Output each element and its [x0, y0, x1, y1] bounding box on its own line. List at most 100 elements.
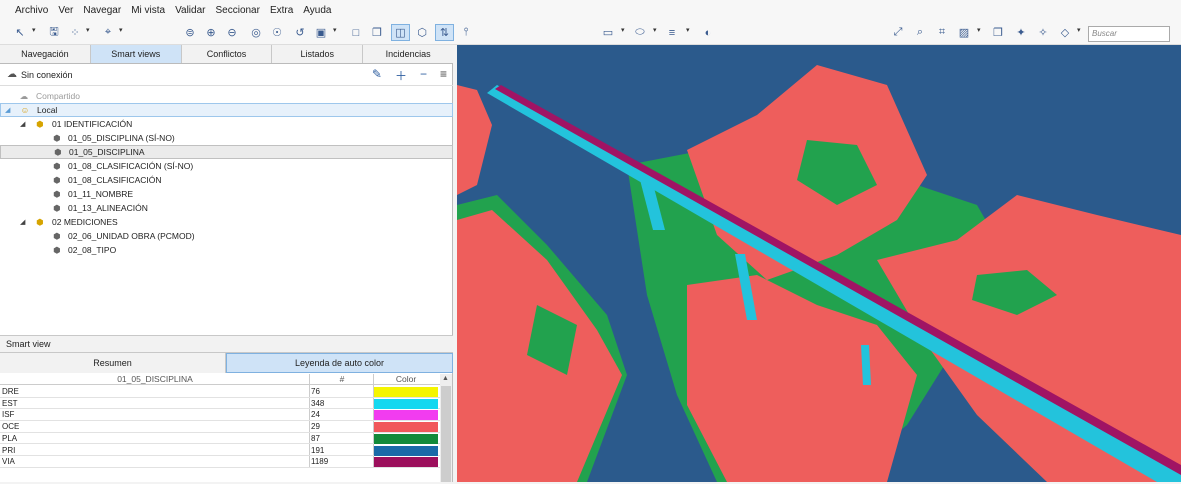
palette-icon[interactable]: ◐ [700, 24, 716, 41]
orbit-icon[interactable]: ◎ [248, 24, 264, 41]
zoom-in-icon[interactable]: ⊕ [203, 24, 219, 41]
chevron-down-icon[interactable]: ▾ [977, 26, 981, 34]
zoom-out-icon[interactable]: ⊖ [224, 24, 240, 41]
tree-item-local[interactable]: ◢ ☺ Local [0, 103, 453, 117]
scroll-up-icon[interactable]: ▲ [442, 375, 449, 382]
scrollbar-thumb[interactable] [441, 386, 451, 482]
tab-navegacion[interactable]: Navegación [0, 45, 91, 63]
zoom-area-icon[interactable]: ⌕ [912, 24, 928, 41]
tree-item-mediciones[interactable]: ◢ ⬢ 02 MEDICIONES [0, 215, 453, 229]
menu-seccionar[interactable]: Seccionar [215, 5, 259, 16]
menu-icon[interactable]: ≡ [440, 67, 447, 84]
smart-view-icon: ⬢ [53, 230, 61, 241]
expand-icon[interactable]: ◢ [20, 218, 25, 226]
column-header-disciplina[interactable]: 01_05_DISCIPLINA [0, 374, 310, 384]
legend-row[interactable]: PLA 87 [0, 433, 440, 445]
column-header-count[interactable]: # [310, 374, 374, 384]
pencil-icon[interactable]: ✎ [372, 67, 382, 84]
chevron-down-icon[interactable]: ▾ [86, 26, 90, 34]
zoom-selection-icon[interactable]: ⌗ [934, 24, 950, 41]
tab-incidencias[interactable]: Incidencias [363, 45, 453, 63]
fit-icon[interactable]: ⤢ [890, 24, 906, 41]
plus-icon[interactable]: ＋ [395, 67, 407, 84]
tree-item-view[interactable]: ⬢ 01_11_NOMBRE [0, 187, 453, 201]
smart-view-icon: ⬢ [53, 160, 61, 171]
folder-views-icon: ⬢ [36, 118, 44, 129]
chevron-down-icon[interactable]: ▾ [32, 26, 36, 34]
tree-item-view[interactable]: ⬢ 02_08_TIPO [0, 243, 453, 257]
tree-item-view[interactable]: ⬢ 01_13_ALINEACIÓN [0, 201, 453, 215]
tab-leyenda-auto-color[interactable]: Leyenda de auto color [226, 353, 453, 373]
tab-smart-views[interactable]: Smart views [90, 45, 182, 63]
legend-name: ISF [2, 410, 15, 420]
section-box-icon[interactable]: ◫ [391, 24, 410, 41]
legend-color-swatch[interactable] [374, 445, 438, 456]
zoom-fit-icon[interactable]: ⊜ [182, 24, 198, 41]
chevron-down-icon[interactable]: ▾ [119, 26, 123, 34]
tree-item-identificacion[interactable]: ◢ ⬢ 01 IDENTIFICACIÓN [0, 117, 453, 131]
menu-archivo[interactable]: Archivo [15, 5, 48, 16]
chevron-down-icon[interactable]: ▾ [686, 26, 690, 34]
tree-item-view[interactable]: ⬢ 01_08_CLASIFICACIÓN (SÍ-NO) [0, 159, 453, 173]
search-input[interactable]: Buscar [1088, 26, 1170, 42]
tree-item-view[interactable]: ⬢ 01_05_DISCIPLINA [0, 145, 453, 159]
menu-mi-vista[interactable]: Mi vista [131, 5, 165, 16]
copy-icon[interactable]: ❐ [369, 24, 385, 41]
chevron-down-icon[interactable]: ▾ [653, 26, 657, 34]
legend-color-swatch[interactable] [374, 410, 438, 421]
legend-row[interactable]: ISF 24 [0, 409, 440, 421]
legend-color-swatch[interactable] [374, 457, 438, 468]
menu-ayuda[interactable]: Ayuda [303, 5, 331, 16]
tab-resumen[interactable]: Resumen [0, 353, 226, 373]
expand-icon[interactable]: ◢ [5, 106, 10, 114]
tree-item-view[interactable]: ⬢ 02_06_UNIDAD OBRA (PCMOD) [0, 229, 453, 243]
bookmark-icon[interactable]: ❐ [990, 24, 1006, 41]
smart-view-icon: ⬢ [53, 188, 61, 199]
ellipse-icon[interactable]: ⬭ [632, 24, 648, 41]
legend-color-swatch[interactable] [374, 398, 438, 409]
tab-listados[interactable]: Listados [272, 45, 364, 63]
sheet-icon[interactable]: □ [348, 24, 364, 41]
tree-item-view[interactable]: ⬢ 01_08_CLASIFICACIÓN [0, 173, 453, 187]
hide-icon[interactable]: ✧ [1035, 24, 1051, 41]
cut-plane-icon[interactable]: ⫯ [458, 24, 474, 41]
menu-extra[interactable]: Extra [270, 5, 293, 16]
legend-row[interactable]: VIA 1189 [0, 456, 440, 468]
legend-color-swatch[interactable] [374, 387, 438, 397]
walk-icon[interactable]: ⁘ [67, 24, 83, 41]
legend-row[interactable]: DRE 76 [0, 386, 440, 398]
tree-item-view[interactable]: ⬢ 01_05_DISCIPLINA (SÍ-NO) [0, 131, 453, 145]
model-scene[interactable] [457, 45, 1181, 482]
legend-color-swatch[interactable] [374, 422, 438, 433]
look-icon[interactable]: ☉ [269, 24, 285, 41]
chevron-down-icon[interactable]: ▾ [333, 26, 337, 34]
chevron-down-icon[interactable]: ▾ [1077, 26, 1081, 34]
3d-viewport[interactable] [457, 45, 1181, 482]
minus-icon[interactable]: − [420, 67, 427, 84]
cube-icon[interactable]: ⬡ [414, 24, 430, 41]
tree-item-compartido[interactable]: ☁ Compartido [0, 89, 453, 103]
legend-row[interactable]: EST 348 [0, 398, 440, 410]
menu-validar[interactable]: Validar [175, 5, 205, 16]
menu-ver[interactable]: Ver [58, 5, 73, 16]
camera-icon[interactable]: ▣ [313, 24, 329, 41]
legend-row[interactable]: PRI 191 [0, 445, 440, 457]
rotate-icon[interactable]: ↺ [292, 24, 308, 41]
eraser-icon[interactable]: ◇ [1057, 24, 1073, 41]
legend-row[interactable]: OCE 29 [0, 421, 440, 433]
menu-navegar[interactable]: Navegar [83, 5, 121, 16]
measure-icon[interactable]: ⌖ [100, 24, 116, 41]
tag-icon[interactable]: ✦ [1013, 24, 1029, 41]
column-header-color[interactable]: Color [374, 374, 438, 384]
select-icon[interactable]: ↖ [12, 24, 28, 41]
expand-icon[interactable]: ◢ [20, 120, 25, 128]
chevron-down-icon[interactable]: ▾ [621, 26, 625, 34]
sync-icon[interactable]: ⇅ [435, 24, 454, 41]
legend-color-swatch[interactable] [374, 433, 438, 444]
save-icon[interactable]: 🖫 [46, 24, 62, 41]
ruler-icon[interactable]: ▭ [600, 24, 616, 41]
tab-conflictos[interactable]: Conflictos [181, 45, 273, 63]
views-icon[interactable]: ▨ [956, 24, 972, 41]
lines-icon[interactable]: ≡ [664, 24, 680, 41]
legend-scrollbar[interactable]: ▲ [440, 374, 452, 482]
